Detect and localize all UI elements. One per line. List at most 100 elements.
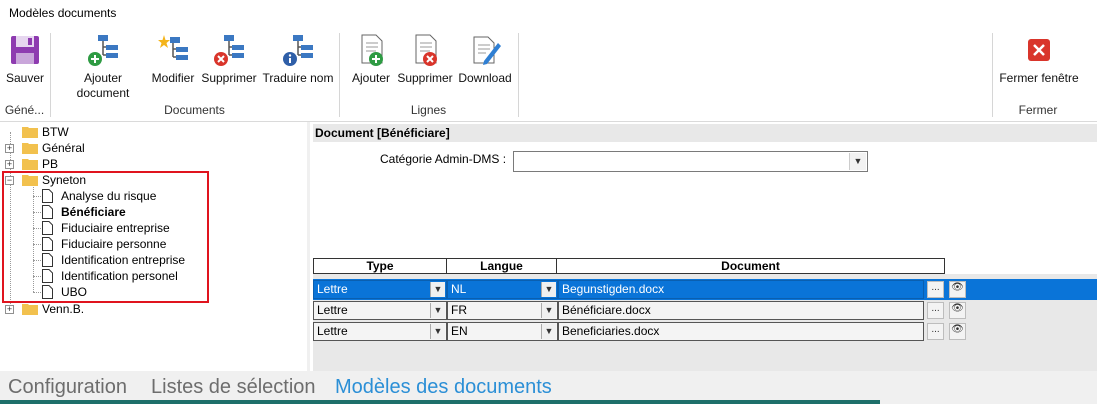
category-select[interactable]: ▼ (513, 151, 868, 172)
tab-configuration[interactable]: Configuration (8, 376, 127, 399)
column-header-document[interactable]: Document (556, 258, 945, 274)
browse-button[interactable]: ... (927, 281, 944, 298)
tree-node-pb[interactable]: + PB (0, 156, 200, 172)
tree-node-label: PB (42, 157, 59, 171)
browse-button[interactable]: ... (927, 323, 944, 340)
modify-label: Modifier (151, 71, 195, 85)
document-header: Document [Bénéficiare] (313, 124, 1097, 142)
expand-icon[interactable]: + (5, 160, 14, 169)
eye-icon[interactable]: 👁 (949, 281, 966, 298)
document-value: Begunstigden.docx (562, 282, 665, 296)
column-header-langue[interactable]: Langue (446, 258, 557, 274)
add-document-label: Ajouter document (76, 71, 130, 100)
ribbon-group-lignes: Ajouter Supprimer Download Lignes (340, 31, 517, 119)
folder-icon (22, 159, 38, 170)
add-document-button[interactable]: Ajouter document (69, 33, 137, 101)
close-icon (1028, 39, 1050, 61)
document-edit-icon (473, 36, 501, 65)
ribbon-group-fermer: Fermer fenêtre Fermer (993, 31, 1083, 119)
download-button[interactable]: Download (456, 33, 514, 86)
chevron-down-icon[interactable]: ▼ (430, 282, 445, 297)
translate-name-button[interactable]: Traduire nom (261, 33, 335, 86)
add-line-button[interactable]: Ajouter (348, 33, 394, 86)
eye-icon[interactable]: 👁 (949, 323, 966, 340)
table-row[interactable]: Lettre ▼ NL ▼ Begunstigden.docx ... 👁 (313, 280, 973, 299)
chevron-down-icon[interactable]: ▼ (430, 324, 445, 339)
tree-node-label: Général (42, 141, 85, 155)
tab-modeles-documents[interactable]: Modèles des documents (335, 376, 552, 399)
type-select[interactable]: Lettre ▼ (313, 301, 447, 320)
ribbon: Sauver Géné... Ajouter document Modifier… (0, 27, 1097, 122)
save-icon (11, 36, 39, 64)
language-select[interactable]: EN ▼ (447, 322, 558, 341)
document-add-icon (361, 34, 383, 66)
tree-add-icon (88, 35, 118, 66)
delete-line-button[interactable]: Supprimer (396, 33, 454, 86)
column-header-type[interactable]: Type (313, 258, 447, 274)
tree-edit-icon (158, 35, 188, 60)
window-title: Modèles documents (9, 6, 117, 20)
eye-icon[interactable]: 👁 (949, 302, 966, 319)
language-value: FR (451, 303, 467, 317)
download-label: Download (458, 71, 512, 85)
tab-listes-selection[interactable]: Listes de sélection (151, 376, 316, 399)
table-row[interactable]: Lettre ▼ EN ▼ Beneficiaries.docx ... 👁 (313, 322, 973, 341)
window-titlebar: Modèles documents (0, 0, 1097, 27)
close-window-label: Fermer fenêtre (999, 71, 1079, 85)
document-field[interactable]: Beneficiaries.docx (558, 322, 924, 341)
document-field[interactable]: Begunstigden.docx (558, 280, 924, 299)
translate-name-label: Traduire nom (262, 71, 334, 85)
tree-node-btw[interactable]: BTW (0, 124, 200, 140)
type-value: Lettre (317, 303, 348, 317)
chevron-down-icon[interactable]: ▼ (541, 324, 556, 339)
ribbon-group-label-general: Géné... (4, 103, 45, 117)
tree-node-label: BTW (42, 125, 69, 139)
document-value: Beneficiaries.docx (562, 324, 660, 338)
language-select[interactable]: FR ▼ (447, 301, 558, 320)
document-field[interactable]: Bénéficiare.docx (558, 301, 924, 320)
status-strip (0, 400, 880, 404)
ribbon-separator (518, 33, 519, 117)
type-value: Lettre (317, 324, 348, 338)
chevron-down-icon[interactable]: ▼ (849, 153, 866, 170)
document-delete-icon (415, 34, 437, 66)
tree-node-general[interactable]: + Général (0, 140, 200, 156)
expand-icon[interactable]: + (5, 144, 14, 153)
tree-info-icon (283, 35, 313, 66)
modify-button[interactable]: Modifier (147, 33, 199, 86)
type-select[interactable]: Lettre ▼ (313, 322, 447, 341)
ribbon-group-label-documents: Documents (164, 103, 225, 117)
chevron-down-icon[interactable]: ▼ (541, 282, 556, 297)
expand-icon[interactable]: + (5, 305, 14, 314)
language-value: EN (451, 324, 468, 338)
folder-icon (22, 304, 38, 315)
document-value: Bénéficiare.docx (562, 303, 651, 317)
ribbon-group-general: Sauver Géné... (0, 31, 49, 119)
type-value: Lettre (317, 282, 348, 296)
close-window-button[interactable]: Fermer fenêtre (995, 33, 1083, 86)
chevron-down-icon[interactable]: ▼ (541, 303, 556, 318)
tree-node-label: Venn.B. (42, 302, 85, 316)
chevron-down-icon[interactable]: ▼ (430, 303, 445, 318)
folder-icon (22, 127, 38, 138)
ribbon-group-label-lignes: Lignes (410, 103, 447, 117)
table-row[interactable]: Lettre ▼ FR ▼ Bénéficiare.docx ... 👁 (313, 301, 973, 320)
ribbon-group-label-fermer: Fermer (1018, 103, 1058, 117)
language-select[interactable]: NL ▼ (447, 280, 558, 299)
delete-document-label: Supprimer (201, 71, 257, 85)
category-label: Catégorie Admin-DMS : (380, 152, 507, 166)
language-value: NL (451, 282, 467, 296)
folder-icon (22, 143, 38, 154)
delete-line-label: Supprimer (397, 71, 453, 85)
tree-node-venn[interactable]: + Venn.B. (0, 301, 200, 317)
highlight-box (2, 171, 209, 303)
add-line-label: Ajouter (351, 71, 391, 85)
delete-document-button[interactable]: Supprimer (199, 33, 259, 86)
type-select[interactable]: Lettre ▼ (313, 280, 447, 299)
ribbon-group-documents: Ajouter document Modifier Supprimer Trad… (51, 31, 338, 119)
details-panel: Document [Bénéficiare] Catégorie Admin-D… (310, 122, 1097, 371)
save-button[interactable]: Sauver (4, 33, 46, 86)
browse-button[interactable]: ... (927, 302, 944, 319)
save-button-label: Sauver (5, 71, 45, 85)
tree-delete-icon (214, 35, 244, 66)
